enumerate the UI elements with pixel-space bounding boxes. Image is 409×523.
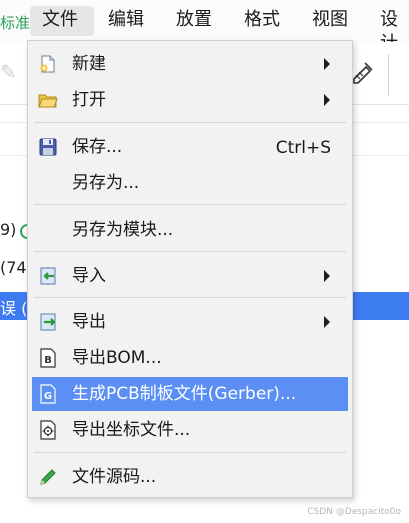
menu-item-generate-gerber[interactable]: G 生成PCB制板文件(Gerber)...	[32, 377, 348, 411]
menu-separator	[34, 251, 346, 252]
pencil-icon	[40, 469, 56, 485]
toolbar-faded-icon: ✎	[0, 60, 17, 84]
menu-separator	[34, 452, 346, 453]
menu-separator	[34, 204, 346, 205]
menu-item-label: 另存为模块...	[72, 220, 174, 240]
menu-item-import[interactable]: 导入	[32, 259, 348, 293]
menu-bar: 标准 文件 编辑 放置 格式 视图 设计	[0, 0, 409, 54]
svg-text:B: B	[44, 355, 52, 366]
menubar-edit[interactable]: 编辑	[108, 8, 144, 32]
menu-item-export-coordinates[interactable]: 导出坐标文件...	[32, 413, 348, 447]
menu-item-save-as[interactable]: 另存为...	[32, 166, 348, 200]
open-folder-icon	[38, 94, 58, 108]
menu-item-open[interactable]: 打开	[32, 83, 348, 117]
menu-item-label: 文件源码...	[72, 467, 157, 487]
menu-item-label: 另存为...	[72, 173, 140, 193]
menu-item-label: 导入	[72, 266, 106, 286]
menu-item-label: 保存...	[72, 137, 123, 157]
file-dropdown-menu: 新建 打开 保存... Ctrl+S 另存为... 另存为模块... 导入 导出…	[27, 40, 353, 498]
menu-item-save-as-module[interactable]: 另存为模块...	[32, 213, 348, 247]
menu-item-new[interactable]: 新建	[32, 47, 348, 81]
menubar-format[interactable]: 格式	[244, 8, 280, 32]
coordinates-icon	[40, 420, 56, 440]
edit-icon[interactable]	[351, 60, 375, 84]
menu-item-label: 新建	[72, 54, 106, 74]
background-row-text: 9)	[0, 220, 17, 239]
new-file-icon	[40, 55, 55, 73]
save-disk-icon	[39, 138, 57, 156]
menu-separator	[34, 122, 346, 123]
import-icon	[40, 267, 56, 285]
shortcut-label: Ctrl+S	[275, 138, 331, 158]
menu-item-export-bom[interactable]: B 导出BOM...	[32, 341, 348, 375]
bom-icon: B	[40, 348, 56, 368]
menu-item-label: 导出	[72, 312, 106, 332]
toolbar-separator	[388, 54, 389, 96]
menubar-place[interactable]: 放置	[176, 8, 212, 32]
menu-item-label: 导出坐标文件...	[72, 420, 191, 440]
menubar-partial-label: 标准	[0, 14, 31, 32]
svg-text:G: G	[44, 391, 52, 402]
submenu-arrow-icon	[324, 94, 330, 106]
menu-item-file-source[interactable]: 文件源码...	[32, 460, 348, 494]
gerber-icon: G	[40, 384, 56, 404]
menu-item-export[interactable]: 导出	[32, 305, 348, 339]
submenu-arrow-icon	[324, 270, 330, 282]
menubar-file[interactable]: 文件	[42, 8, 78, 32]
export-icon	[40, 313, 56, 331]
menu-item-label: 导出BOM...	[72, 348, 162, 368]
watermark: CSDN @Despacito0o	[307, 507, 401, 517]
submenu-arrow-icon	[324, 58, 330, 70]
background-row-text: (74	[0, 258, 27, 277]
menu-item-save[interactable]: 保存... Ctrl+S	[32, 130, 348, 164]
menu-item-label: 打开	[72, 90, 106, 110]
selected-row-text: 误 (	[0, 299, 28, 318]
submenu-arrow-icon	[324, 316, 330, 328]
menu-separator	[34, 297, 346, 298]
menubar-view[interactable]: 视图	[312, 8, 348, 32]
menu-item-label: 生成PCB制板文件(Gerber)...	[72, 384, 297, 404]
